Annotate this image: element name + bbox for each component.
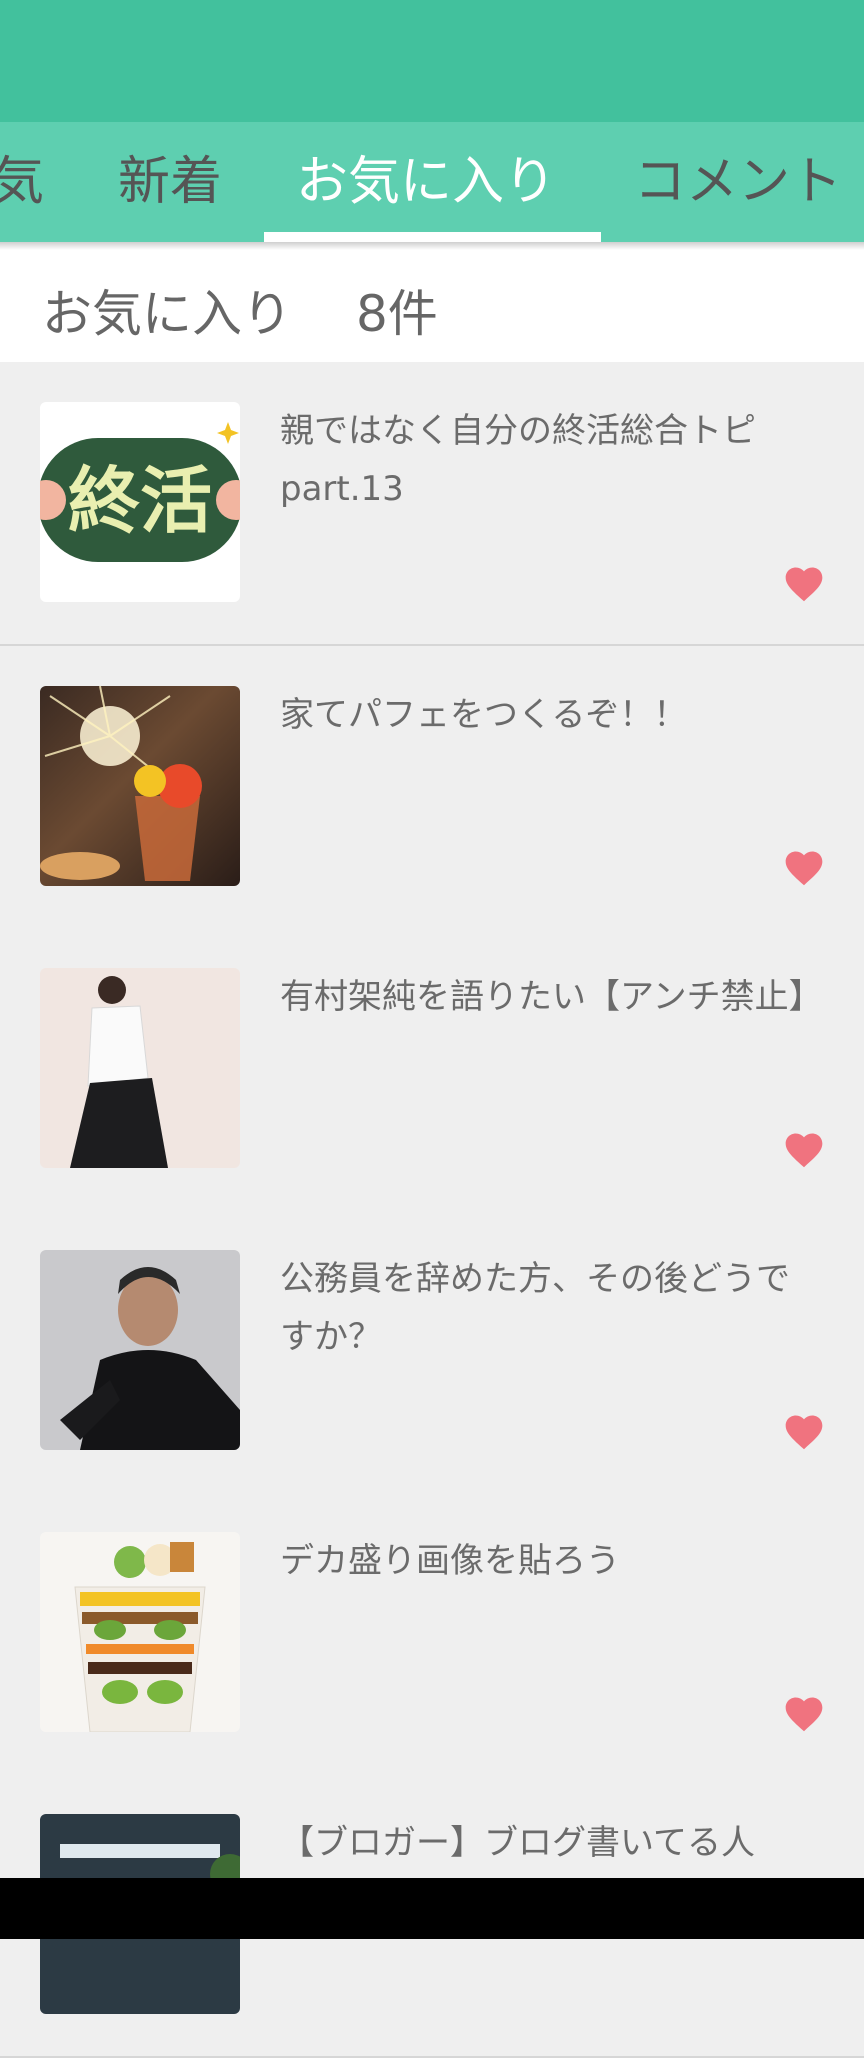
status-app-bar (0, 0, 864, 122)
heart-icon[interactable] (782, 846, 826, 890)
tab-favorites[interactable]: お気に入り (296, 122, 556, 242)
tab-new[interactable]: 新着 (118, 122, 222, 242)
list-item[interactable]: 終活 親ではなく自分の終活総合トピpart.13 (0, 362, 864, 646)
favorites-count: 8件 (356, 285, 438, 343)
thumbnail-image: 終活 (40, 402, 240, 602)
thumbnail-image (40, 1532, 240, 1732)
item-title[interactable]: 【ブロガー】ブログ書いてる人 (280, 1814, 820, 1872)
item-title[interactable]: 家てパフェをつくるぞ！！ (280, 686, 820, 744)
list-item[interactable]: 有村架純を語りたい【アンチ禁止】 (0, 928, 864, 1212)
item-title[interactable]: デカ盛り画像を貼ろう (280, 1532, 820, 1590)
active-tab-indicator (264, 232, 601, 242)
tab-popular[interactable]: 気 (0, 122, 44, 242)
thumbnail-image (40, 968, 240, 1168)
heart-icon[interactable] (782, 1410, 826, 1454)
thumbnail-image (40, 686, 240, 886)
heart-icon[interactable] (782, 562, 826, 606)
item-title[interactable]: 有村架純を語りたい【アンチ禁止】 (280, 968, 823, 1026)
heart-icon[interactable] (782, 1692, 826, 1736)
header-title: お気に入り (42, 285, 292, 343)
list-item[interactable]: 家てパフェをつくるぞ！！ (0, 646, 864, 930)
tab-bar: 気 新着 お気に入り コメント (0, 122, 864, 242)
tab-bar-shadow (0, 242, 864, 250)
list-header: お気に入り 8件 (0, 242, 864, 364)
heart-icon[interactable] (782, 1128, 826, 1172)
item-title[interactable]: 公務員を辞めた方、その後どうですか？ (280, 1250, 820, 1366)
system-navigation-bar (0, 1878, 864, 1939)
item-title[interactable]: 親ではなく自分の終活総合トピpart.13 (280, 402, 820, 518)
tab-comments[interactable]: コメント (634, 122, 842, 242)
list-item[interactable]: デカ盛り画像を貼ろう (0, 1492, 864, 1776)
list-item[interactable]: 公務員を辞めた方、その後どうですか？ (0, 1210, 864, 1494)
thumbnail-image (40, 1250, 240, 1450)
thumb-logo-text: 終活 (68, 459, 212, 543)
